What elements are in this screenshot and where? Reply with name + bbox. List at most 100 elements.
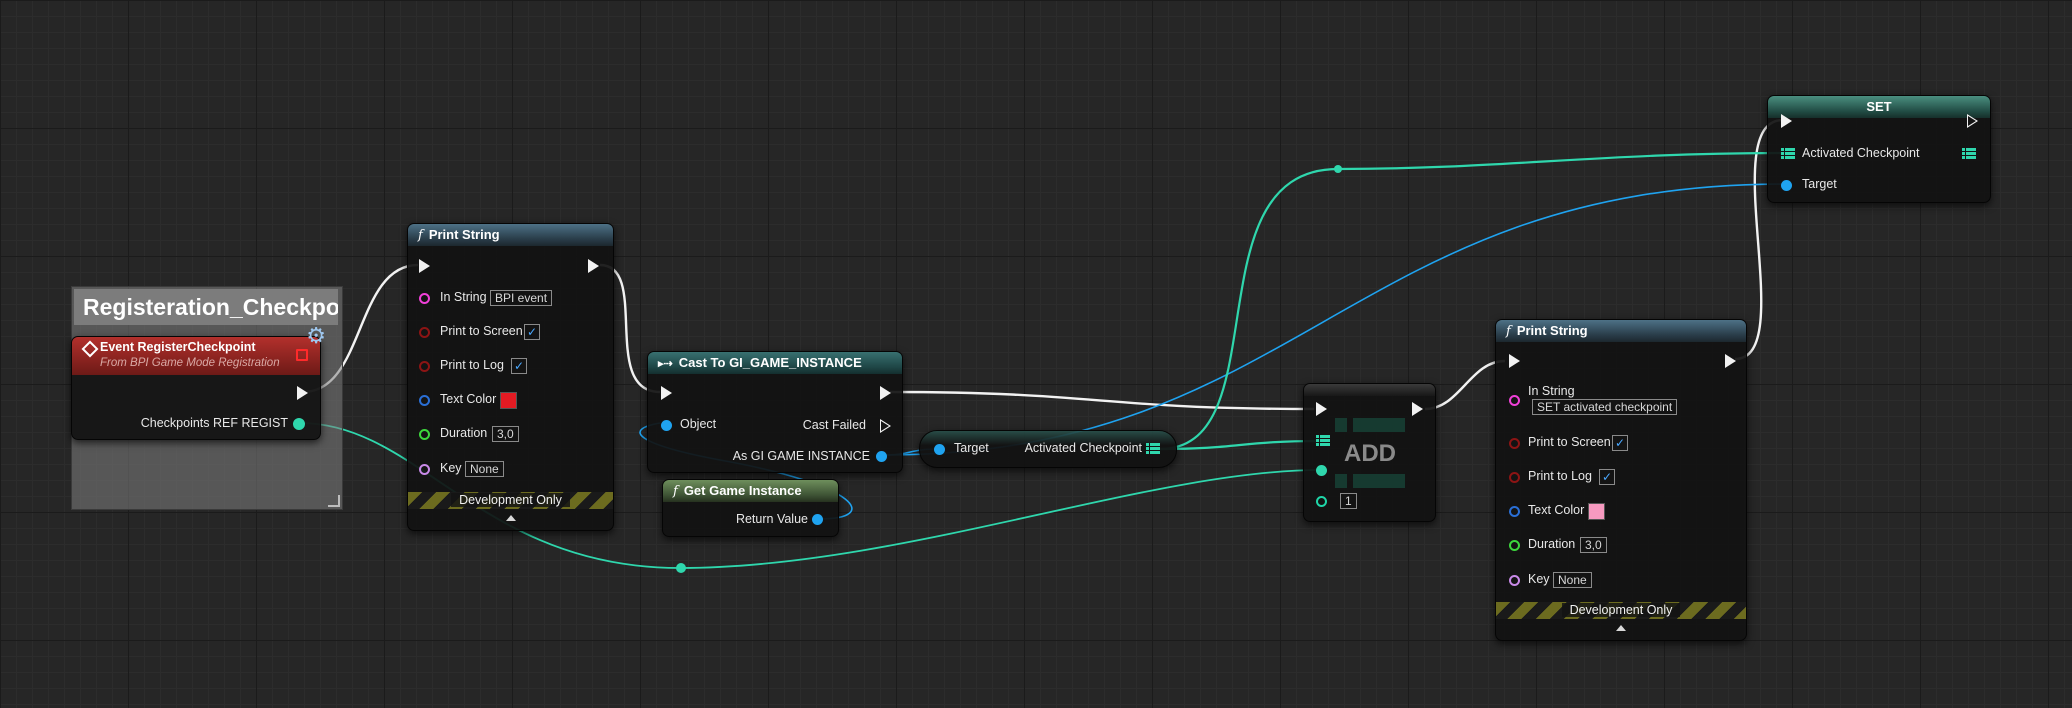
cast-exec-out-pin[interactable] <box>880 386 891 400</box>
cast-node-title: Cast To GI_GAME_INSTANCE <box>678 355 862 370</box>
get-array-out-pin[interactable] <box>1146 443 1160 455</box>
print-2-key-label: Key <box>1528 572 1550 586</box>
print-1-exec-out-pin[interactable] <box>588 259 599 273</box>
print-1-exec-in-pin[interactable] <box>419 259 430 273</box>
print-2-duration-label: Duration <box>1528 537 1576 551</box>
print-1-dev-only-label: Development Only <box>451 493 570 507</box>
event-exec-out-pin[interactable] <box>297 386 308 400</box>
get-activated-checkpoint-node[interactable]: Target Activated Checkpoint <box>919 430 1177 468</box>
get-game-instance-title: Get Game Instance <box>683 483 802 498</box>
print-2-color-pin[interactable] <box>1509 506 1520 517</box>
add-index-value[interactable]: 1 <box>1340 493 1357 509</box>
reroute-knot-array <box>1334 165 1342 173</box>
print-2-log-checkbox[interactable]: ✓ <box>1599 469 1615 485</box>
exec-wire-cast-to-add <box>889 390 1315 411</box>
print-1-duration-pin[interactable] <box>419 429 430 440</box>
print-2-duration-pin[interactable] <box>1509 540 1520 551</box>
set-target-label: Target <box>1802 177 1837 191</box>
function-icon: f <box>673 484 678 499</box>
print-1-duration-input[interactable]: 3,0 <box>492 426 519 442</box>
print-2-screen-pin[interactable] <box>1509 438 1520 449</box>
cast-as-out-pin[interactable] <box>876 451 887 462</box>
add-node-title: ADD <box>1344 440 1396 467</box>
resize-handle-icon[interactable] <box>328 495 340 507</box>
set-activated-checkpoint-node[interactable]: SET Activated Checkpoint Target <box>1767 95 1991 203</box>
print-1-screen-pin[interactable] <box>419 327 430 338</box>
print-1-expand-chevron-icon[interactable] <box>506 515 516 521</box>
event-register-checkpoint-node[interactable]: Event RegisterCheckpoint From BPI Game M… <box>71 323 326 440</box>
event-output-label: Checkpoints REF REGIST <box>140 416 288 430</box>
print-1-screen-checkbox[interactable]: ✓ <box>524 324 540 340</box>
print-2-dev-only-bar: Development Only <box>1496 602 1746 619</box>
print-2-key-input[interactable]: None <box>1553 572 1592 588</box>
comment-box-title[interactable]: Registeration_Checkpo <box>74 289 338 325</box>
print-2-log-pin[interactable] <box>1509 472 1520 483</box>
print-2-in-string-label: In String <box>1528 384 1575 398</box>
get-game-instance-return-label: Return Value <box>735 512 808 526</box>
get-game-instance-header[interactable]: f Get Game Instance <box>663 480 838 502</box>
print-string-1-header[interactable]: f Print String <box>408 224 613 246</box>
print-1-key-input[interactable]: None <box>465 461 504 477</box>
print-1-dev-only-bar: Development Only <box>408 492 613 509</box>
get-game-instance-return-pin[interactable] <box>812 514 823 525</box>
add-exec-out-pin[interactable] <box>1412 402 1423 416</box>
set-node-header[interactable]: SET <box>1768 96 1990 118</box>
print-2-exec-in-pin[interactable] <box>1509 354 1520 368</box>
event-array-out-pin[interactable] <box>293 418 305 430</box>
print-1-color-label: Text Color <box>440 392 497 406</box>
set-exec-out-pin[interactable] <box>1967 114 1978 128</box>
set-array-out-pin[interactable] <box>1962 148 1976 160</box>
add-item-in-pin[interactable] <box>1316 465 1327 476</box>
cast-object-label: Object <box>680 417 717 431</box>
add-index-out-pin[interactable] <box>1316 496 1327 507</box>
add-exec-in-pin[interactable] <box>1316 402 1327 416</box>
function-icon: f <box>1506 324 1511 339</box>
get-target-in-pin[interactable] <box>934 444 945 455</box>
print-1-log-pin[interactable] <box>419 361 430 372</box>
print-1-screen-label: Print to Screen <box>440 324 523 338</box>
print-2-duration-input[interactable]: 3,0 <box>1580 537 1607 553</box>
add-target-array-pin[interactable] <box>1316 435 1330 447</box>
cast-failed-exec-pin[interactable] <box>880 419 891 433</box>
reroute-knot-checkpoint <box>676 563 686 573</box>
cast-to-gi-game-instance-node[interactable]: ▸⇢ Cast To GI_GAME_INSTANCE Object Cast F… <box>647 351 903 473</box>
print-string-2-title: Print String <box>1516 323 1588 338</box>
set-array-in-pin[interactable] <box>1781 148 1795 160</box>
print-2-screen-label: Print to Screen <box>1528 435 1611 449</box>
get-target-label: Target <box>954 441 989 455</box>
cast-exec-in-pin[interactable] <box>661 386 672 400</box>
print-1-in-string-pin[interactable] <box>419 293 430 304</box>
print-2-in-string-pin[interactable] <box>1509 395 1520 406</box>
print-string-1-title: Print String <box>428 227 500 242</box>
print-1-color-swatch[interactable] <box>500 392 517 409</box>
print-string-node-2[interactable]: f Print String In String SET activated ch… <box>1495 319 1747 641</box>
print-2-key-pin[interactable] <box>1509 575 1520 586</box>
function-icon: f <box>418 228 423 243</box>
add-array-glyph-icon: ADD <box>1335 418 1405 488</box>
print-1-in-string-input[interactable]: BPI event <box>490 290 553 306</box>
print-2-exec-out-pin[interactable] <box>1725 354 1736 368</box>
print-1-key-pin[interactable] <box>419 464 430 475</box>
cast-node-header[interactable]: ▸⇢ Cast To GI_GAME_INSTANCE <box>648 352 902 374</box>
print-string-2-header[interactable]: f Print String <box>1496 320 1746 342</box>
set-exec-in-pin[interactable] <box>1781 114 1792 128</box>
set-activated-label: Activated Checkpoint <box>1802 146 1920 160</box>
print-2-color-swatch[interactable] <box>1588 503 1605 520</box>
add-node-top-strip <box>1304 384 1435 396</box>
print-1-duration-label: Duration <box>440 426 488 440</box>
cast-object-in-pin[interactable] <box>661 420 672 431</box>
print-2-log-label: Print to Log <box>1528 469 1592 483</box>
print-string-node-1[interactable]: f Print String In String BPI event Print … <box>407 223 614 531</box>
print-2-expand-chevron-icon[interactable] <box>1616 625 1626 631</box>
event-node-title: Event RegisterCheckpoint <box>100 340 256 354</box>
delegate-pin-icon[interactable] <box>296 349 308 361</box>
print-1-color-pin[interactable] <box>419 395 430 406</box>
print-1-in-string-label: In String <box>440 290 487 304</box>
array-add-node[interactable]: ADD 1 <box>1303 383 1436 522</box>
print-1-log-checkbox[interactable]: ✓ <box>511 358 527 374</box>
set-target-in-pin[interactable] <box>1781 180 1792 191</box>
print-2-in-string-input[interactable]: SET activated checkpoint <box>1532 399 1678 415</box>
print-2-screen-checkbox[interactable]: ✓ <box>1612 435 1628 451</box>
event-node-header[interactable]: Event RegisterCheckpoint From BPI Game M… <box>72 337 320 375</box>
get-game-instance-node[interactable]: f Get Game Instance Return Value <box>662 479 839 537</box>
